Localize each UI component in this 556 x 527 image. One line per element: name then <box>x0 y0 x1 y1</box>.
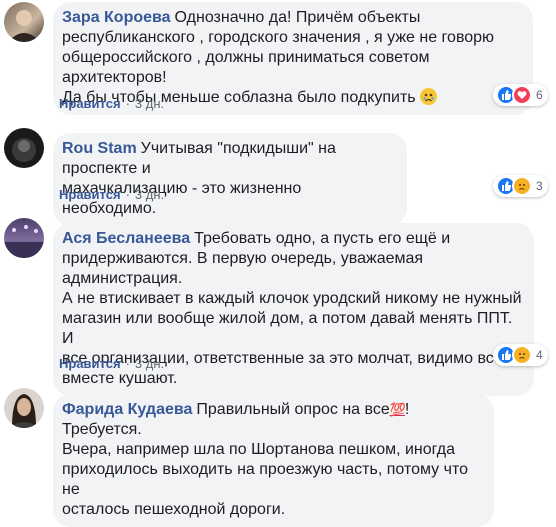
avatar-photo-icon <box>4 225 44 258</box>
comment-author[interactable]: Rou Stam <box>62 140 137 157</box>
comment-actions: Нравится · 3 дн. <box>59 187 164 203</box>
separator-dot: · <box>125 187 130 202</box>
like-link[interactable]: Нравится <box>59 187 121 202</box>
comment-author[interactable]: Ася Бесланеева <box>62 230 190 247</box>
comment-text-start: Правильный опрос на все <box>196 401 390 418</box>
avatar[interactable] <box>4 2 44 42</box>
avatar[interactable] <box>4 218 44 258</box>
avatar-photo-icon <box>8 10 40 42</box>
reaction-count: 4 <box>536 348 543 362</box>
comment-text-end: ! Требуется. Вчера, например шла по Шорт… <box>62 401 468 518</box>
reactions-summary[interactable]: 3 <box>493 175 548 197</box>
comment-author[interactable]: Зара Короева <box>62 9 171 26</box>
sad-icon <box>512 345 532 365</box>
reactions-summary[interactable]: 4 <box>493 344 548 366</box>
comment-actions: Нравится · 3 дн. <box>59 96 164 112</box>
like-link[interactable]: Нравится <box>59 96 121 111</box>
comment-time[interactable]: 3 дн. <box>135 356 164 371</box>
avatar[interactable] <box>4 128 44 168</box>
comment-bubble: Фарида Кудаева Правильный опрос на все💯! … <box>53 394 494 527</box>
avatar-photo-icon <box>12 138 36 162</box>
comment-time[interactable]: 3 дн. <box>135 187 164 202</box>
comment-time[interactable]: 3 дн. <box>135 96 164 111</box>
reaction-count: 3 <box>536 179 543 193</box>
like-link[interactable]: Нравится <box>59 356 121 371</box>
comment-actions: Нравится · 3 дн. <box>59 356 164 372</box>
sad-icon <box>512 176 532 196</box>
avatar[interactable] <box>4 388 44 428</box>
reactions-summary[interactable]: 6 <box>493 84 548 106</box>
crying-face-icon <box>420 88 438 105</box>
comment-bubble: Rou Stam Учитывая "подкидыши" на проспект… <box>53 133 407 226</box>
love-icon <box>512 85 532 105</box>
avatar-photo-icon <box>10 394 38 428</box>
separator-dot: · <box>125 356 130 371</box>
separator-dot: · <box>125 96 130 111</box>
reaction-count: 6 <box>536 88 543 102</box>
hundred-points-icon: 💯 <box>389 402 406 417</box>
comment-author[interactable]: Фарида Кудаева <box>62 401 192 418</box>
